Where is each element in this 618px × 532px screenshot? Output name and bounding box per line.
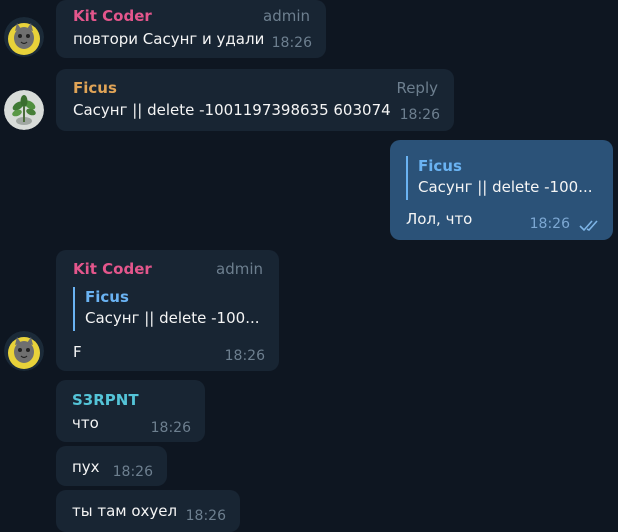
- message-time: 18:26: [271, 35, 312, 51]
- message-time: 18:26: [150, 420, 191, 436]
- reply-preview-text: Сасунг || delete -100...: [418, 178, 593, 196]
- message-bubble[interactable]: ты там охуел 18:26: [56, 490, 240, 532]
- reply-sender-name: Ficus: [85, 288, 129, 306]
- message-bubble[interactable]: S3RPNT что 18:26: [56, 380, 205, 442]
- message-time: 18:26: [224, 348, 265, 364]
- message-bubble[interactable]: Kit Coder admin повтори Сасунг и удали 1…: [56, 0, 326, 58]
- message-bubble[interactable]: пух 18:26: [56, 446, 167, 486]
- kit-coder-avatar[interactable]: [4, 331, 44, 371]
- double-check-icon: [579, 220, 598, 232]
- message-text: F: [73, 343, 82, 361]
- reply-button[interactable]: Reply: [396, 79, 438, 97]
- message-text: повтори Сасунг и удали: [73, 30, 265, 48]
- admin-badge: admin: [216, 260, 263, 278]
- message-time: 18:26: [399, 107, 440, 123]
- message-time: 18:26: [529, 216, 570, 232]
- reply-quote[interactable]: Ficus Сасунг || delete -100...: [73, 287, 268, 331]
- reply-preview-text: Сасунг || delete -100...: [85, 309, 260, 327]
- reply-quote[interactable]: Ficus Сасунг || delete -100...: [406, 156, 601, 200]
- ficus-avatar[interactable]: [4, 90, 44, 130]
- kit-coder-avatar[interactable]: [4, 17, 44, 57]
- message-time: 18:26: [112, 464, 153, 480]
- message-time: 18:26: [185, 508, 226, 524]
- sender-name[interactable]: Kit Coder: [73, 260, 152, 278]
- message-text: Сасунг || delete -1001197398635 603074: [73, 101, 391, 119]
- message-bubble[interactable]: Kit Coder admin Ficus Сасунг || delete -…: [56, 250, 279, 371]
- sender-name[interactable]: Ficus: [73, 79, 117, 97]
- message-text: ты там охуел: [72, 502, 178, 520]
- message-text: пух: [72, 458, 100, 476]
- outgoing-message-bubble[interactable]: Ficus Сасунг || delete -100... Лол, что …: [390, 140, 613, 240]
- sender-name[interactable]: Kit Coder: [73, 7, 152, 25]
- sender-name[interactable]: S3RPNT: [72, 391, 139, 409]
- message-text: Лол, что: [406, 210, 473, 228]
- admin-badge: admin: [263, 7, 310, 25]
- reply-sender-name: Ficus: [418, 157, 462, 175]
- message-bubble[interactable]: Ficus Reply Сасунг || delete -1001197398…: [56, 69, 454, 131]
- message-text: что: [72, 414, 99, 432]
